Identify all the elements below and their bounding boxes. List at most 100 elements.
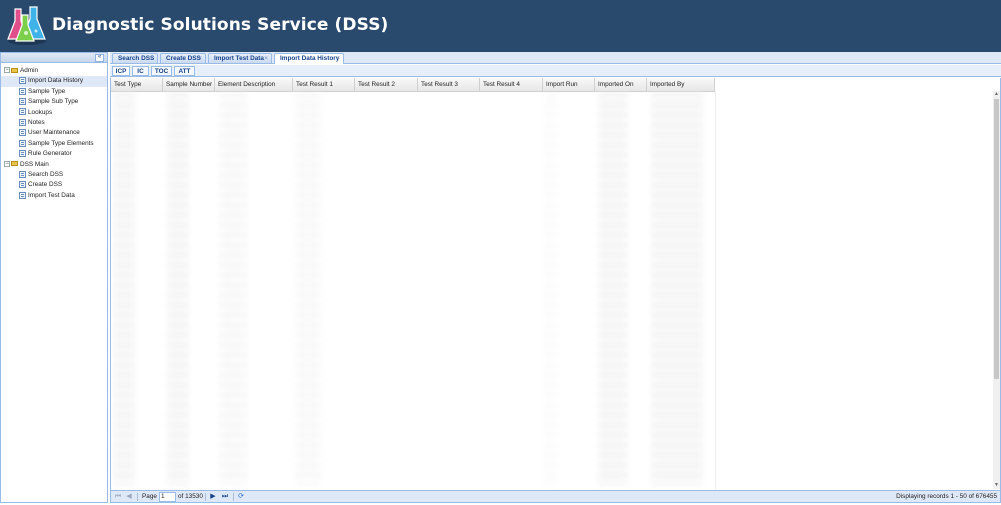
sidebar-header: « (1, 53, 107, 63)
close-icon[interactable]: × (198, 54, 202, 64)
blurred-column (167, 93, 189, 485)
tree-group-label: DSS Main (20, 160, 49, 168)
page-icon (19, 191, 26, 199)
subtab-icp[interactable]: ICP (112, 66, 130, 76)
tree-item-label: Create DSS (28, 181, 63, 189)
vertical-scrollbar[interactable]: ▲ ▼ (993, 91, 1000, 489)
close-icon[interactable]: × (264, 54, 268, 64)
tree-item-label: Lookups (28, 108, 53, 116)
last-page-icon[interactable]: ⏭ (221, 493, 229, 501)
main-tab-bar: Search DSS × Create DSS × Import Test Data… (110, 52, 1001, 64)
column-header-test-result-1[interactable]: Test Result 1 (293, 78, 355, 91)
column-header-import-run[interactable]: Import Run (543, 78, 595, 91)
tree-group-admin[interactable]: − Admin (1, 66, 107, 76)
tab-label: Import Data History (280, 55, 340, 62)
paging-status: Displaying records 1 - 50 of 676455 (896, 493, 997, 500)
prev-page-icon[interactable]: ◀ (125, 493, 133, 501)
folder-icon (11, 161, 18, 167)
tab-import-test-data[interactable]: Import Test Data × (208, 53, 272, 63)
tree-item-label: Sample Type Elements (28, 139, 94, 147)
tree-item-user-maintenance[interactable]: User Maintenance (1, 128, 107, 138)
flask-logo-icon (7, 6, 46, 45)
separator (205, 493, 206, 501)
column-header-test-result-4[interactable]: Test Result 4 (480, 78, 543, 91)
tree-item-search-dss[interactable]: Search DSS (1, 170, 107, 180)
tab-label: Import Test Data (214, 55, 264, 62)
grid-header: Test Type Sample Number Element Descript… (111, 78, 715, 92)
tree-item-import-data-history[interactable]: Import Data History (1, 76, 107, 87)
blurred-column (219, 93, 247, 485)
tree-item-sample-type-elements[interactable]: Sample Type Elements (1, 139, 107, 149)
page-count: of 13530 (178, 493, 203, 500)
tree-item-create-dss[interactable]: Create DSS (1, 180, 107, 190)
tree-item-notes[interactable]: Notes (1, 118, 107, 128)
app-header: Diagnostic Solutions Service (DSS) (0, 0, 1001, 52)
close-icon[interactable]: × (150, 54, 154, 64)
tree-item-label: Sample Sub Type (28, 98, 79, 106)
tab-import-data-history[interactable]: Import Data History × (274, 53, 344, 64)
tree-item-label: Import Test Data (28, 191, 75, 199)
subtab-toc[interactable]: TOC (151, 66, 172, 76)
page-icon (19, 129, 26, 137)
tree-item-rule-generator[interactable]: Rule Generator (1, 149, 107, 159)
tree-item-lookups[interactable]: Lookups (1, 108, 107, 118)
tab-label: Create DSS (166, 55, 201, 62)
scroll-up-icon[interactable]: ▲ (993, 91, 1000, 98)
page-icon (19, 108, 26, 116)
tree-item-label: Rule Generator (28, 150, 72, 158)
subtab-att[interactable]: ATT (174, 66, 195, 76)
column-header-test-type[interactable]: Test Type (111, 78, 163, 91)
first-page-icon[interactable]: ⏮ (114, 493, 122, 501)
blurred-column (295, 93, 321, 485)
sidebar: « − Admin Import Data History Sample Type… (0, 52, 108, 503)
page-number-input[interactable]: 1 (159, 492, 176, 502)
refresh-icon[interactable]: ⟳ (237, 493, 245, 501)
tab-label: Search DSS (118, 55, 155, 62)
tree-item-sample-sub-type[interactable]: Sample Sub Type (1, 97, 107, 107)
app-title: Diagnostic Solutions Service (DSS) (52, 15, 389, 35)
page-icon (19, 77, 26, 85)
close-icon[interactable]: × (336, 54, 340, 64)
page-icon (19, 149, 26, 157)
tree-item-label: Search DSS (28, 170, 64, 178)
subtab-ic[interactable]: IC (132, 66, 149, 76)
page-icon (19, 87, 26, 95)
page-icon (19, 118, 26, 126)
tree-item-import-test-data[interactable]: Import Test Data (1, 191, 107, 201)
page-icon (19, 181, 26, 189)
tree-item-sample-type[interactable]: Sample Type (1, 87, 107, 97)
sub-tab-bar: ICP IC TOC ATT (110, 65, 1001, 77)
scroll-down-icon[interactable]: ▼ (993, 482, 1000, 489)
separator (233, 493, 234, 501)
paging-toolbar: ⏮ ◀ Page 1 of 13530 ▶ ⏭ ⟳ Displaying rec… (110, 490, 1001, 503)
column-header-test-result-2[interactable]: Test Result 2 (355, 78, 418, 91)
folder-icon (11, 67, 18, 73)
collapse-toggle-icon[interactable]: − (4, 67, 10, 74)
collapse-toggle-icon[interactable]: − (4, 160, 10, 167)
column-header-sample-number[interactable]: Sample Number (163, 78, 215, 91)
page-label: Page (142, 493, 157, 500)
next-page-icon[interactable]: ▶ (209, 493, 217, 501)
tab-create-dss[interactable]: Create DSS × (160, 53, 206, 63)
blurred-column (598, 93, 628, 485)
page-icon (19, 139, 26, 147)
column-header-imported-on[interactable]: Imported On (595, 78, 647, 91)
tree-group-dss-main[interactable]: − DSS Main (1, 160, 107, 170)
tree-item-label: User Maintenance (28, 129, 80, 137)
blurred-column (545, 93, 557, 485)
column-header-test-result-3[interactable]: Test Result 3 (418, 78, 480, 91)
blurred-column (113, 93, 135, 485)
column-header-imported-by[interactable]: Imported By (647, 78, 715, 91)
tree-item-label: Import Data History (28, 77, 84, 85)
column-header-element-description[interactable]: Element Description (215, 78, 293, 91)
tree-item-label: Sample Type (28, 87, 66, 95)
tree-item-label: Notes (28, 118, 45, 126)
nav-tree: − Admin Import Data History Sample Type S… (1, 63, 107, 201)
blurred-column (651, 93, 703, 485)
scroll-thumb[interactable] (994, 99, 999, 379)
grid-divider (715, 91, 716, 490)
tab-search-dss[interactable]: Search DSS × (112, 53, 158, 63)
tree-group-label: Admin (20, 67, 39, 74)
separator (137, 493, 138, 501)
collapse-icon[interactable]: « (95, 54, 104, 62)
